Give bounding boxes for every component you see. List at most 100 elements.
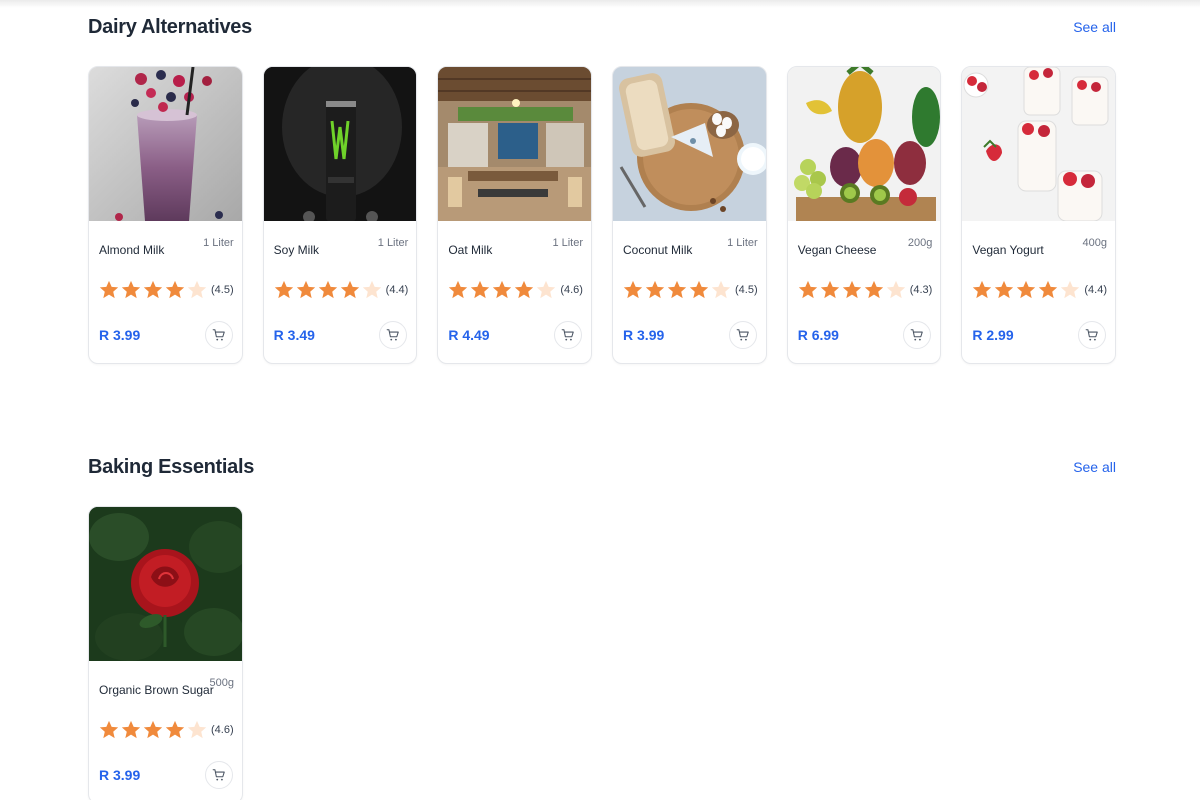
star-icon [317, 279, 339, 301]
rating: (4.5) [622, 279, 758, 301]
section-dairy-alternatives: Dairy Alternatives See all Almond Milk 1… [88, 12, 1117, 364]
star-icon [142, 719, 164, 741]
product-image[interactable] [613, 67, 766, 221]
product-name: Vegan Yogurt [972, 243, 1044, 257]
product-price: R 4.49 [448, 327, 490, 343]
product-size: 1 Liter [203, 237, 234, 249]
add-to-cart-button[interactable] [379, 321, 408, 349]
rating-value: (4.3) [909, 284, 933, 296]
rating: (4.6) [98, 719, 234, 741]
star-empty-icon [1059, 279, 1081, 301]
product-card[interactable]: Almond Milk 1 Liter (4.5) R 3.99 [88, 66, 243, 364]
rating: (4.4) [273, 279, 409, 301]
product-card[interactable]: Soy Milk 1 Liter (4.4) R 3.49 [262, 66, 418, 364]
product-size: 1 Liter [377, 237, 409, 249]
star-empty-icon [361, 279, 383, 301]
rating-value: (4.6) [560, 284, 583, 296]
star-icon [295, 279, 317, 301]
product-size: 400g [1082, 237, 1108, 249]
star-icon [164, 279, 186, 301]
star-icon [993, 279, 1015, 301]
product-size: 1 Liter [727, 237, 758, 249]
see-all-link[interactable]: See all [1073, 19, 1116, 35]
product-list: Almond Milk 1 Liter (4.5) R 3.99 Soy Mil… [88, 66, 1117, 364]
cart-icon [1085, 329, 1098, 341]
star-empty-icon [186, 279, 208, 301]
rating-value: (4.5) [211, 284, 234, 296]
product-card[interactable]: Coconut Milk 1 Liter (4.5) R 3.99 [612, 66, 767, 364]
section-baking-essentials: Baking Essentials See all Organic Brown … [88, 452, 1116, 800]
star-icon [98, 279, 120, 301]
rating-value: (4.5) [735, 284, 758, 296]
product-name: Soy Milk [273, 243, 320, 257]
star-icon [164, 719, 186, 741]
product-image[interactable] [438, 67, 592, 221]
star-icon [1015, 279, 1037, 301]
product-name: Organic Brown Sugar [99, 683, 214, 697]
product-price: R 6.99 [797, 327, 839, 343]
star-icon [666, 279, 688, 301]
product-card[interactable]: Organic Brown Sugar 500g (4.6) R 3.99 [88, 506, 243, 800]
star-icon [491, 279, 513, 301]
product-price: R 3.99 [99, 327, 141, 343]
product-price: R 3.99 [99, 767, 141, 783]
add-to-cart-button[interactable] [1078, 321, 1107, 349]
star-empty-icon [186, 719, 208, 741]
section-title: Dairy Alternatives [88, 15, 252, 38]
product-card[interactable]: Oat Milk 1 Liter (4.6) R 4.49 [437, 66, 593, 364]
star-icon [469, 279, 491, 301]
rating: (4.6) [447, 279, 583, 301]
section-title: Baking Essentials [88, 455, 255, 478]
product-image[interactable] [89, 507, 242, 661]
add-to-cart-button[interactable] [903, 321, 932, 349]
star-icon [339, 279, 361, 301]
see-all-link[interactable]: See all [1073, 459, 1116, 475]
product-size: 1 Liter [552, 237, 584, 249]
product-image[interactable] [263, 67, 417, 221]
star-icon [513, 279, 535, 301]
star-icon [644, 279, 666, 301]
star-icon [622, 279, 644, 301]
product-card[interactable]: Vegan Cheese 200g (4.3) R 6.99 [786, 66, 942, 364]
product-card[interactable]: Vegan Yogurt 400g (4.4) R 2.99 [961, 66, 1117, 364]
product-price: R 3.49 [273, 327, 315, 343]
cart-icon [386, 329, 400, 341]
star-icon [447, 279, 469, 301]
product-name: Oat Milk [448, 243, 493, 257]
star-icon [863, 279, 885, 301]
product-image[interactable] [962, 67, 1116, 221]
star-icon [971, 279, 993, 301]
cart-icon [911, 329, 924, 341]
star-icon [120, 719, 142, 741]
star-icon [1037, 279, 1059, 301]
star-icon [841, 279, 863, 301]
cart-icon [212, 769, 225, 781]
add-to-cart-button[interactable] [205, 761, 233, 789]
cart-icon [561, 329, 574, 341]
star-icon [273, 279, 295, 301]
product-name: Coconut Milk [623, 243, 693, 257]
star-empty-icon [710, 279, 732, 301]
product-size: 200g [907, 237, 933, 249]
rating-value: (4.6) [211, 724, 234, 736]
product-image[interactable] [787, 67, 941, 221]
product-price: R 3.99 [623, 327, 665, 343]
section-header: Dairy Alternatives See all [88, 12, 1116, 42]
star-icon [120, 279, 142, 301]
star-empty-icon [885, 279, 907, 301]
star-icon [797, 279, 819, 301]
product-name: Vegan Cheese [797, 243, 877, 257]
product-name: Almond Milk [99, 243, 165, 257]
rating-value: (4.4) [1084, 284, 1107, 296]
star-icon [688, 279, 710, 301]
add-to-cart-button[interactable] [204, 321, 233, 349]
product-image[interactable] [89, 67, 242, 221]
rating-value: (4.4) [385, 284, 409, 296]
add-to-cart-button[interactable] [554, 321, 583, 349]
add-to-cart-button[interactable] [728, 321, 757, 349]
product-list: Organic Brown Sugar 500g (4.6) R 3.99 [88, 506, 1116, 800]
cart-icon [736, 329, 749, 341]
rating: (4.5) [98, 279, 234, 301]
star-icon [819, 279, 841, 301]
cart-icon [212, 329, 225, 341]
